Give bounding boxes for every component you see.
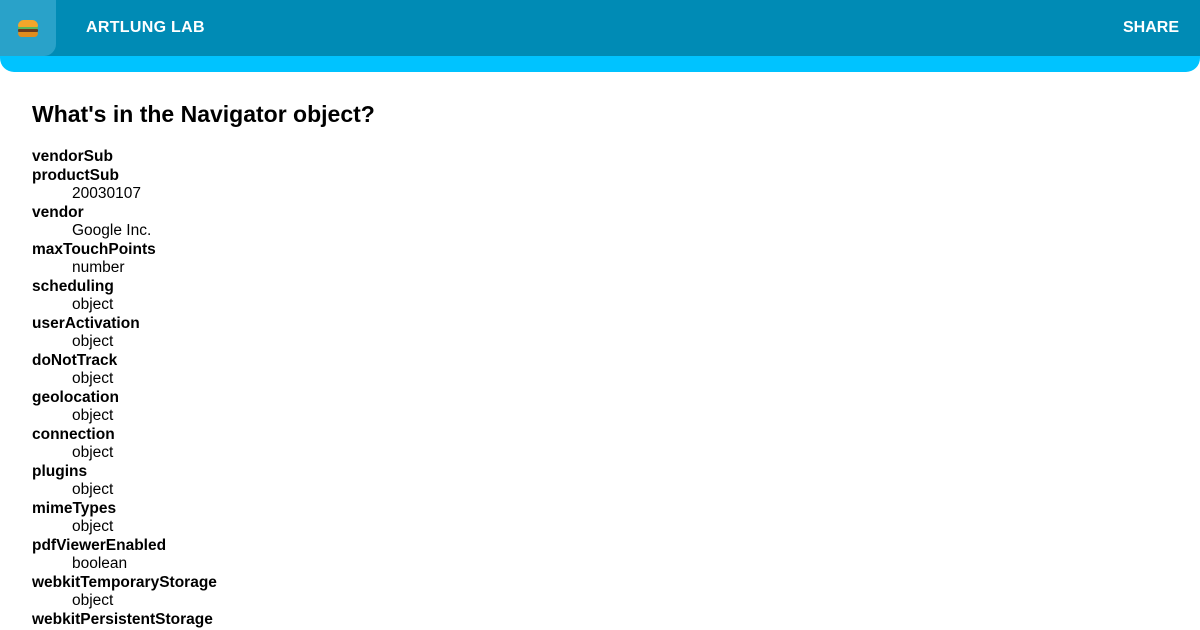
property-value: object	[72, 296, 114, 313]
header-bar: ARTLUNG LAB SHARE	[0, 0, 1200, 56]
property-list: vendorSub productSub 20030107 vendor Google …	[32, 148, 375, 629]
page-title: What's in the Navigator object?	[32, 101, 375, 127]
property-value: object	[72, 481, 114, 498]
property-name: productSub	[32, 166, 119, 184]
property-value: object	[72, 592, 114, 609]
property-name: pdfViewerEnabled	[32, 536, 167, 554]
site-brand-link[interactable]: ARTLUNG LAB	[86, 19, 205, 37]
property-value: boolean	[72, 555, 128, 572]
property-name: userActivation	[32, 314, 140, 332]
menu-button[interactable]	[0, 0, 56, 56]
property-value: 20030107	[72, 185, 141, 202]
property-value: object	[72, 407, 114, 424]
share-button[interactable]: SHARE	[1123, 19, 1179, 37]
property-value: object	[72, 518, 114, 535]
property-name: connection	[32, 425, 115, 443]
property-name: mimeTypes	[32, 499, 117, 517]
property-name: webkitTemporaryStorage	[32, 573, 217, 591]
property-name: webkitPersistentStorage	[32, 610, 213, 628]
property-value: number	[72, 259, 125, 276]
site-header: ARTLUNG LAB SHARE	[0, 0, 1200, 72]
main-content: What's in the Navigator object? vendorSu…	[32, 100, 375, 629]
property-name: scheduling	[32, 277, 114, 295]
property-name: plugins	[32, 462, 88, 480]
property-name: vendor	[32, 203, 84, 221]
property-value: Google Inc.	[72, 222, 152, 239]
property-name: geolocation	[32, 388, 119, 406]
property-value: object	[72, 333, 114, 350]
property-value: object	[72, 370, 114, 387]
property-value: object	[72, 444, 114, 461]
hamburger-food-icon	[18, 19, 38, 37]
property-name: maxTouchPoints	[32, 240, 156, 258]
property-name: doNotTrack	[32, 351, 118, 369]
property-name: vendorSub	[32, 148, 113, 165]
